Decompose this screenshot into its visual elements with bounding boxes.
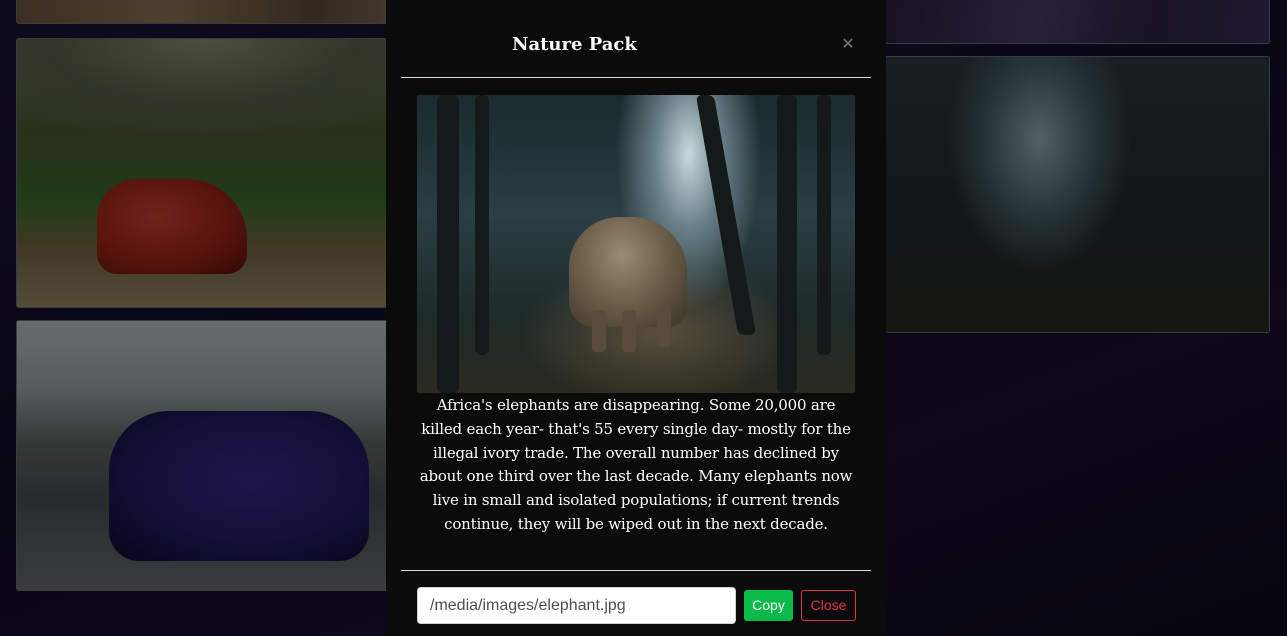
elephant-leg [622, 310, 636, 352]
elephant-image [417, 95, 855, 393]
tree-trunk [475, 95, 489, 355]
image-path-input[interactable] [417, 587, 736, 624]
close-icon[interactable]: ✕ [840, 37, 856, 53]
header-divider [401, 77, 871, 78]
tree-trunk [695, 95, 757, 335]
footer-divider [401, 570, 871, 571]
elephant-leg [657, 307, 671, 347]
tree-trunk [817, 95, 831, 355]
elephant-leg [592, 310, 606, 352]
tree-trunk [777, 95, 797, 393]
copy-button[interactable]: Copy [744, 590, 793, 621]
close-button[interactable]: Close [801, 590, 856, 621]
modal-title: Nature Pack [512, 34, 637, 55]
tree-trunk [437, 95, 459, 393]
image-description: Africa's elephants are disappearing. Som… [419, 396, 853, 533]
